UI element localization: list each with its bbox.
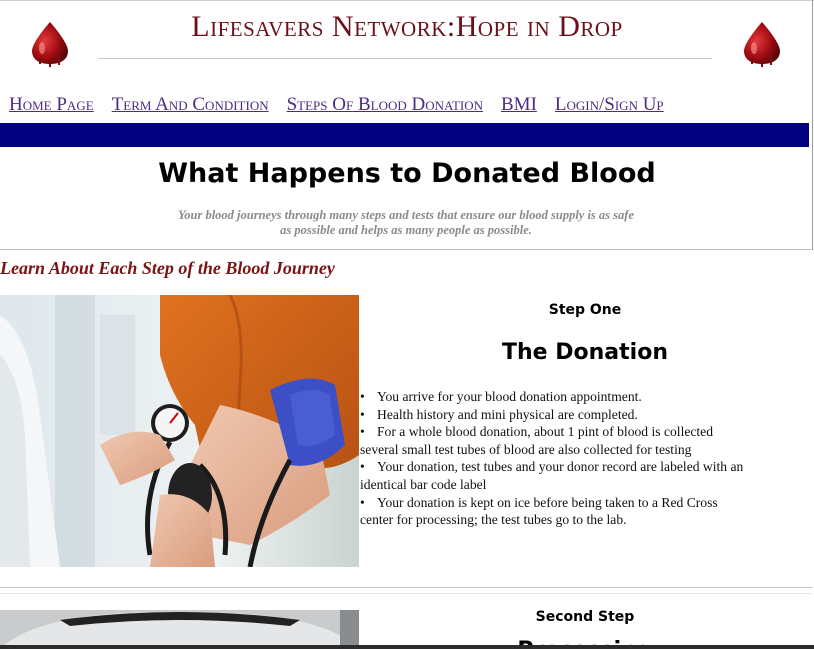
page-top-border bbox=[0, 0, 814, 1]
nav-home-page[interactable]: Home Page bbox=[9, 94, 94, 115]
title-divider bbox=[98, 58, 712, 59]
page-subheading: Your blood journeys through many steps a… bbox=[178, 208, 634, 237]
step-one-list: You arrive for your blood donation appoi… bbox=[360, 388, 745, 529]
donation-photo bbox=[0, 295, 359, 567]
list-item: Health history and mini physical are com… bbox=[360, 406, 745, 424]
main-nav: Home Page Term And Condition Steps Of Bl… bbox=[9, 94, 678, 116]
list-item: You arrive for your blood donation appoi… bbox=[360, 388, 745, 406]
list-item: Your donation is kept on ice before bein… bbox=[360, 494, 745, 529]
window-bottom-edge bbox=[0, 645, 814, 649]
nav-login[interactable]: Login/Sign Up bbox=[555, 94, 664, 115]
nav-bar bbox=[0, 123, 809, 147]
list-item: Your donation, test tubes and your donor… bbox=[360, 458, 745, 493]
section-heading: Learn About Each Step of the Blood Journ… bbox=[0, 258, 335, 278]
step-one-label: Step One bbox=[548, 302, 622, 318]
nav-terms[interactable]: Term And Condition bbox=[112, 94, 269, 115]
nav-bmi[interactable]: BMI bbox=[501, 94, 537, 115]
section-divider bbox=[0, 249, 812, 250]
step-divider bbox=[0, 587, 812, 588]
step-divider-light bbox=[0, 593, 812, 594]
processing-photo bbox=[0, 610, 359, 649]
list-item: For a whole blood donation, about 1 pint… bbox=[360, 423, 745, 458]
site-title: Lifesavers Network:Hope in Drop bbox=[191, 10, 623, 43]
nav-steps[interactable]: Steps Of Blood Donation bbox=[287, 94, 483, 115]
step-one-title: The Donation bbox=[502, 340, 668, 365]
step-two-label: Second Step bbox=[535, 609, 635, 625]
page-heading: What Happens to Donated Blood bbox=[158, 158, 656, 189]
